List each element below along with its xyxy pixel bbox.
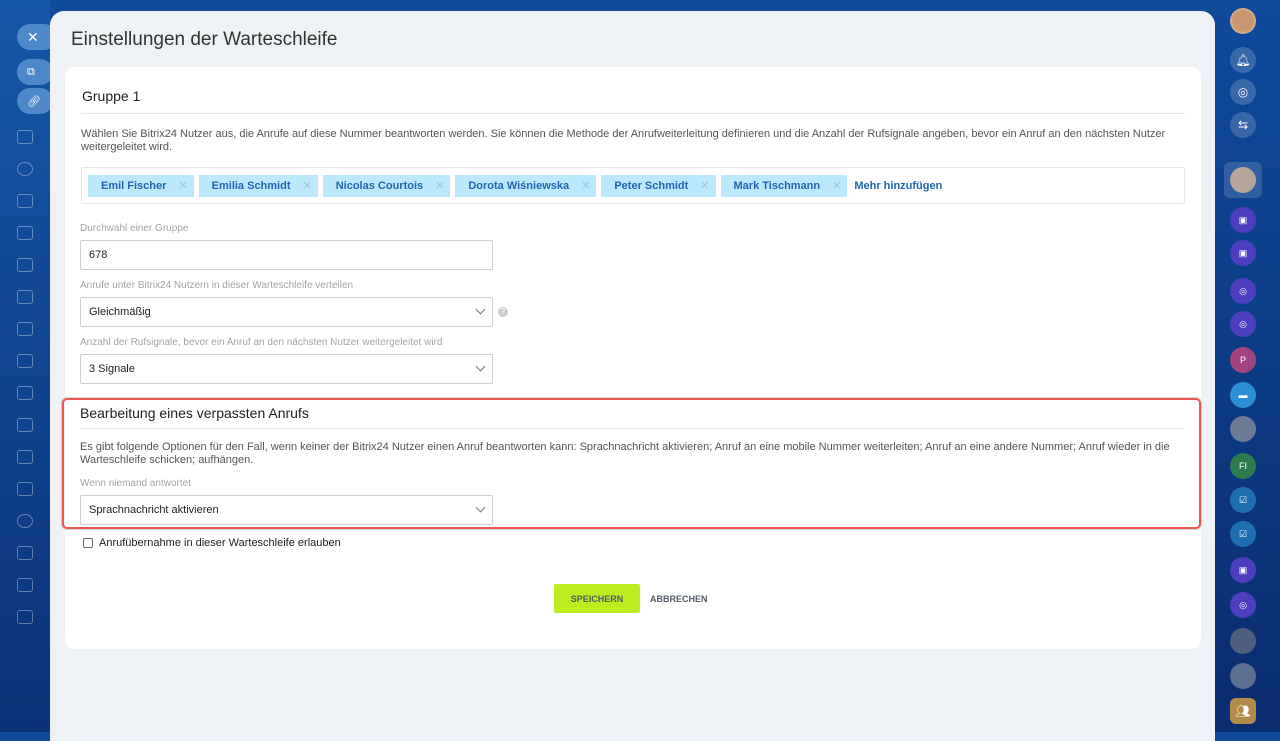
user-name: Peter Schmidt	[614, 179, 689, 192]
task-icon[interactable]: ☑	[1230, 487, 1256, 513]
sign-icon[interactable]	[17, 386, 33, 400]
task-icon[interactable]: ☑	[1230, 521, 1256, 547]
active-chat[interactable]	[1224, 162, 1262, 198]
avatar-fi[interactable]: FI	[1230, 453, 1256, 479]
mail-icon[interactable]	[17, 258, 33, 272]
pickup-option: Anrufübernahme in dieser Warteschleife e…	[83, 537, 341, 549]
remove-icon[interactable]: ✕	[581, 179, 590, 192]
group-avatar[interactable]	[1230, 628, 1256, 654]
user-name: Emilia Schmidt	[211, 179, 291, 192]
tasks-icon[interactable]	[17, 226, 33, 240]
divider	[80, 428, 1185, 429]
chevron-down-icon	[475, 304, 486, 315]
link-icon: 🔗︎	[27, 95, 41, 108]
remove-icon[interactable]: ✕	[700, 179, 709, 192]
phone-icon[interactable]: ◎	[1230, 79, 1256, 105]
missed-call-title: Bearbeitung eines verpassten Anrufs	[80, 405, 309, 421]
workgroups-icon[interactable]	[17, 610, 33, 624]
no-answer-label: Wenn niemand antwortet	[80, 478, 191, 489]
bell-icon[interactable]: 🔔︎	[1230, 47, 1256, 73]
copy-link-button[interactable]: 🔗︎	[17, 88, 53, 114]
missed-call-description: Es gibt folgende Optionen für den Fall, …	[80, 441, 1170, 466]
filter-icon[interactable]	[17, 354, 33, 368]
contacts-icon[interactable]	[17, 162, 33, 176]
remove-icon[interactable]: ✕	[435, 179, 444, 192]
user-tag: Peter Schmidt ✕	[601, 174, 716, 197]
rings-value: 3 Signale	[89, 363, 135, 375]
pickup-label: Anrufübernahme in dieser Warteschleife e…	[99, 537, 341, 549]
settings-panel: Einstellungen der Warteschleife Gruppe 1…	[50, 11, 1215, 741]
distribution-select[interactable]: Gleichmäßig	[80, 297, 493, 327]
divider	[81, 113, 1185, 114]
chevron-down-icon	[475, 502, 486, 513]
chat-icon[interactable]	[17, 322, 33, 336]
crm-icon[interactable]	[17, 194, 33, 208]
user-selector[interactable]: Emil Fischer ✕ Emilia Schmidt ✕ Nicolas Co…	[81, 167, 1185, 204]
chevron-down-icon	[475, 361, 486, 372]
close-icon: ✕	[27, 28, 39, 45]
no-answer-select[interactable]: Sprachnachricht aktivieren	[80, 495, 493, 525]
cart-icon[interactable]	[17, 482, 33, 496]
user-name: Nicolas Courtois	[335, 179, 424, 192]
group-description: Wählen Sie Bitrix24 Nutzer aus, die Anru…	[81, 128, 1166, 153]
call-icon[interactable]: ◎	[1230, 592, 1256, 618]
user-tag: Dorota Wiśniewska ✕	[455, 174, 597, 197]
settings-card: Gruppe 1 Wählen Sie Bitrix24 Nutzer aus,…	[62, 67, 1201, 649]
cancel-button[interactable]: ABBRECHEN	[650, 584, 708, 613]
distribution-value: Gleichmäßig	[89, 306, 151, 318]
rings-select[interactable]: 3 Signale	[80, 354, 493, 384]
pickup-checkbox[interactable]	[83, 538, 93, 548]
call-icon[interactable]: ◎	[1230, 278, 1256, 304]
user-name: Emil Fischer	[101, 179, 167, 192]
avatar	[1230, 167, 1256, 193]
external-link-icon: ⧉	[27, 65, 35, 78]
extension-label: Durchwahl einer Gruppe	[80, 223, 189, 234]
group-avatar[interactable]	[1230, 416, 1256, 442]
extension-value: 678	[89, 249, 108, 261]
user-tag: Nicolas Courtois ✕	[322, 174, 451, 197]
users-icon[interactable]: 👥︎	[1230, 698, 1256, 724]
user-name: Mark Tischmann	[733, 179, 821, 192]
calendar-icon[interactable]	[17, 290, 33, 304]
group-title: Gruppe 1	[82, 88, 141, 104]
chat-icon[interactable]: ▣	[1230, 207, 1256, 233]
user-name: Dorota Wiśniewska	[468, 179, 570, 192]
user-avatar[interactable]	[1230, 8, 1256, 34]
analytics-icon[interactable]	[17, 578, 33, 592]
remove-icon[interactable]: ✕	[178, 179, 187, 192]
automation-icon[interactable]	[17, 514, 33, 528]
right-sidebar: 🔔︎ ◎ ⇆ ▣ ▣ ◎ ◎ P ▬ FI ☑ ☑ ▣ ◎ 👥︎	[1218, 0, 1280, 732]
user-tag: Emil Fischer ✕	[88, 174, 194, 197]
chat-icon[interactable]: ▣	[1230, 240, 1256, 266]
add-more-link[interactable]: Mehr hinzufügen	[854, 180, 942, 192]
panel-title: Einstellungen der Warteschleife	[71, 29, 338, 50]
help-icon[interactable]: ?	[498, 307, 508, 317]
left-sidebar: ✕ ⧉ 🔗︎	[0, 0, 57, 732]
store-icon[interactable]	[17, 418, 33, 432]
extension-input[interactable]: 678	[80, 240, 493, 270]
save-button[interactable]: SPEICHERN	[554, 584, 640, 613]
sync-icon[interactable]: ⇆	[1230, 112, 1256, 138]
call-icon[interactable]: ◎	[1230, 311, 1256, 337]
distribution-label: Anrufe unter Bitrix24 Nutzern in dieser …	[80, 280, 354, 291]
market-icon[interactable]	[17, 546, 33, 560]
feed-icon[interactable]	[17, 130, 33, 144]
remove-icon[interactable]: ✕	[832, 179, 841, 192]
group-avatar[interactable]	[1230, 663, 1256, 689]
no-answer-value: Sprachnachricht aktivieren	[89, 504, 219, 516]
user-tag: Emilia Schmidt ✕	[198, 174, 318, 197]
sites-icon[interactable]	[17, 450, 33, 464]
open-new-window-button[interactable]: ⧉	[17, 59, 53, 85]
remove-icon[interactable]: ✕	[303, 179, 312, 192]
avatar-p[interactable]: P	[1230, 347, 1256, 373]
message-icon[interactable]: ▬	[1230, 382, 1256, 408]
rings-label: Anzahl der Rufsignale, bevor ein Anruf a…	[80, 337, 443, 348]
chat-icon[interactable]: ▣	[1230, 557, 1256, 583]
user-tag: Mark Tischmann ✕	[720, 174, 848, 197]
